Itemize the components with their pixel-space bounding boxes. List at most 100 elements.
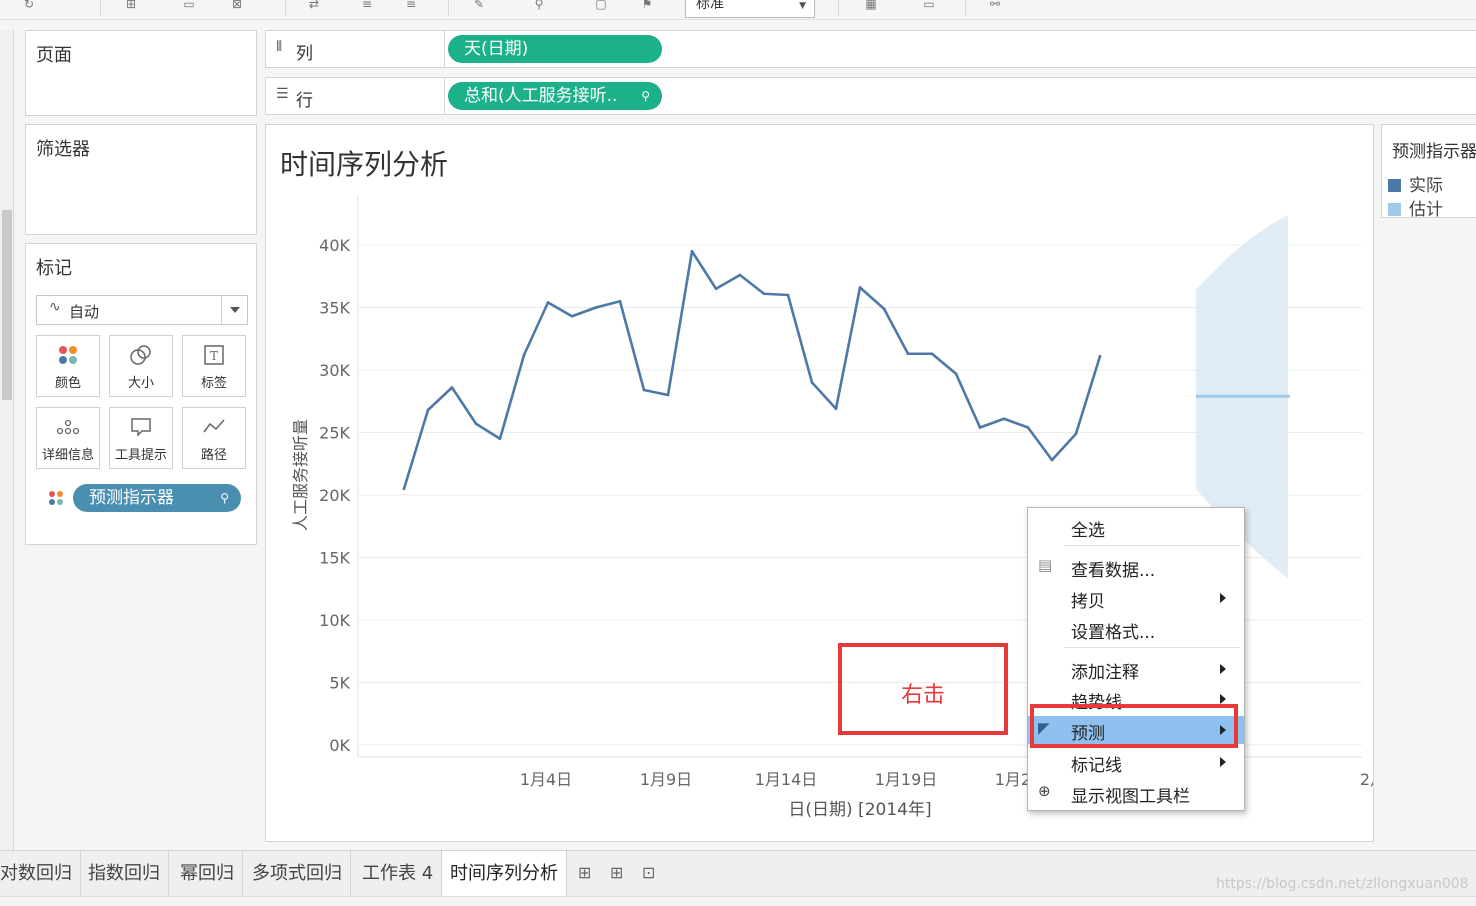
pin-icon: ⚲	[220, 491, 229, 505]
marks-card: 标记 ∿ 自动 颜色 大小 T 标签 详细信息 工具提示 路径 预测指示器 ⚲	[25, 243, 257, 545]
actual-data-point	[1026, 426, 1030, 429]
forecast-highlight-box	[1030, 704, 1238, 748]
new-dashboard-icon[interactable]: ⊞	[610, 863, 623, 882]
mark-type-select[interactable]: ∿ 自动	[36, 295, 248, 325]
actual-data-point	[762, 292, 766, 296]
right-click-annotation: 右击	[838, 643, 1008, 735]
columns-icon: ⦀	[276, 39, 283, 55]
tableau-workspace: ↻ ⊞ ▭ ⊠ ⇄ ≡ ≡ ✎ ⚲ ▢ ⚑ 标准 ▼ ▦ ▭ ⚯ 页面 筛选器 …	[0, 0, 1476, 906]
menu-item-format[interactable]: 设置格式...	[1028, 615, 1244, 643]
label-icon[interactable]: ▢	[592, 0, 610, 10]
chevron-down-icon: ▼	[799, 1, 806, 11]
label-label: 标签	[200, 376, 227, 391]
scrollbar[interactable]	[2, 210, 12, 400]
tab-sheet-4[interactable]: 工作表 4	[354, 851, 443, 897]
size-label: 大小	[127, 376, 154, 391]
new-story-icon[interactable]: ⊡	[642, 863, 655, 882]
menu-item-view-data[interactable]: ▤ 查看数据...	[1028, 553, 1244, 581]
columns-label: 列	[296, 44, 313, 64]
share-icon[interactable]: ⚯	[986, 0, 1004, 10]
filters-card[interactable]: 筛选器	[25, 124, 257, 235]
highlight-icon[interactable]: ✎	[470, 0, 488, 10]
new-datasource-icon[interactable]: ⊞	[122, 0, 140, 10]
menu-item-label: 标记线	[1071, 756, 1122, 776]
view-size-select[interactable]: 标准 ▼	[685, 0, 815, 18]
tab-power-regression[interactable]: 幂回归	[172, 851, 243, 897]
detail-icon	[37, 416, 99, 440]
y-tick-label: 25K	[319, 424, 350, 443]
rows-icon: ☰	[276, 86, 289, 102]
menu-item-label: 查看数据...	[1071, 561, 1156, 581]
color-button[interactable]: 颜色	[36, 335, 100, 397]
pin-icon[interactable]: ⚑	[638, 0, 656, 10]
y-axis-title: 人工服务接听量	[291, 419, 310, 531]
actual-data-point	[594, 306, 598, 309]
actual-data-point	[474, 422, 478, 426]
tab-exp-regression[interactable]: 指数回归	[80, 851, 169, 897]
submenu-arrow-icon	[1220, 757, 1226, 767]
y-tick-label: 10K	[319, 611, 350, 630]
show-me-icon[interactable]: ▦	[862, 0, 880, 10]
sort-desc-icon[interactable]: ≡	[402, 0, 420, 10]
tab-log-regression[interactable]: 对数回归	[0, 851, 81, 897]
legend-label: 实际	[1409, 176, 1443, 196]
menu-item-annotate[interactable]: 添加注释	[1028, 655, 1244, 683]
columns-shelf-label: ⦀ 列	[265, 30, 445, 68]
actual-data-point	[618, 299, 622, 303]
forecast-indicator-pill[interactable]: 预测指示器 ⚲	[73, 484, 241, 512]
columns-pill-day-date[interactable]: 天(日期)	[448, 35, 662, 63]
x-tick-label: 1月19日	[875, 770, 938, 789]
clear-sheet-icon[interactable]: ⊠	[228, 0, 246, 10]
menu-separator	[1064, 647, 1240, 648]
submenu-arrow-icon	[1220, 664, 1226, 674]
size-button[interactable]: 大小	[109, 335, 173, 397]
menu-item-label: 设置格式...	[1071, 623, 1156, 643]
submenu-arrow-icon	[1220, 694, 1226, 704]
duplicate-icon[interactable]: ▭	[180, 0, 198, 10]
zoom-icon: ⊕	[1038, 782, 1051, 800]
rows-label: 行	[296, 91, 313, 111]
forecast-legend[interactable]: 预测指示器 实际 估计	[1381, 124, 1476, 220]
sort-asc-icon[interactable]: ≡	[358, 0, 376, 10]
menu-item-reference-lines[interactable]: 标记线	[1028, 748, 1244, 776]
tab-polynomial-regression[interactable]: 多项式回归	[244, 851, 351, 897]
presentation-icon[interactable]: ▭	[920, 0, 938, 10]
swap-icon[interactable]: ⇄	[305, 0, 323, 10]
tooltip-icon	[110, 416, 172, 440]
tooltip-button[interactable]: 工具提示	[109, 407, 173, 469]
path-button[interactable]: 路径	[182, 407, 246, 469]
context-menu: 全选 ▤ 查看数据... 拷贝 设置格式... 添加注释 趋势线 ◤ 预测 标记…	[1027, 507, 1245, 811]
legend-swatch	[1388, 203, 1401, 216]
legend-title: 预测指示器	[1392, 142, 1476, 162]
legend-item-estimate[interactable]: 估计	[1388, 195, 1443, 220]
actual-data-point	[978, 426, 982, 429]
data-pane-strip	[0, 30, 14, 850]
y-tick-label: 35K	[319, 299, 350, 318]
rows-pill-sum[interactable]: 总和(人工服务接听.. ⚲	[448, 82, 662, 110]
forecast-pin-icon: ⚲	[641, 89, 650, 103]
menu-item-show-view-toolbar[interactable]: ⊕ 显示视图工具栏	[1028, 779, 1244, 807]
group-icon[interactable]: ⚲	[530, 0, 548, 10]
toolbar-separator	[100, 0, 101, 16]
marks-title: 标记	[36, 258, 72, 279]
x-tick-label: 1月4日	[520, 770, 572, 789]
detail-button[interactable]: 详细信息	[36, 407, 100, 469]
tab-time-series[interactable]: 时间序列分析	[442, 851, 567, 897]
detail-label: 详细信息	[41, 448, 94, 463]
tab-label: 幂回归	[180, 863, 234, 884]
redo-icon[interactable]: ↻	[20, 0, 38, 10]
legend-label: 估计	[1409, 200, 1443, 220]
menu-item-copy[interactable]: 拷贝	[1028, 584, 1244, 612]
label-button[interactable]: T 标签	[182, 335, 246, 397]
status-bar	[0, 896, 1476, 906]
actual-data-point	[666, 393, 670, 397]
toolbar-separator	[448, 0, 449, 16]
mark-type-value: 自动	[69, 303, 100, 321]
columns-pill-label: 天(日期)	[464, 39, 529, 59]
annotation-text: 右击	[900, 683, 945, 708]
new-worksheet-icon[interactable]: ⊞	[578, 863, 591, 882]
actual-data-point	[402, 487, 406, 491]
y-tick-label: 5K	[329, 674, 350, 693]
menu-item-select-all[interactable]: 全选	[1028, 513, 1244, 541]
legend-item-actual[interactable]: 实际	[1388, 171, 1443, 196]
